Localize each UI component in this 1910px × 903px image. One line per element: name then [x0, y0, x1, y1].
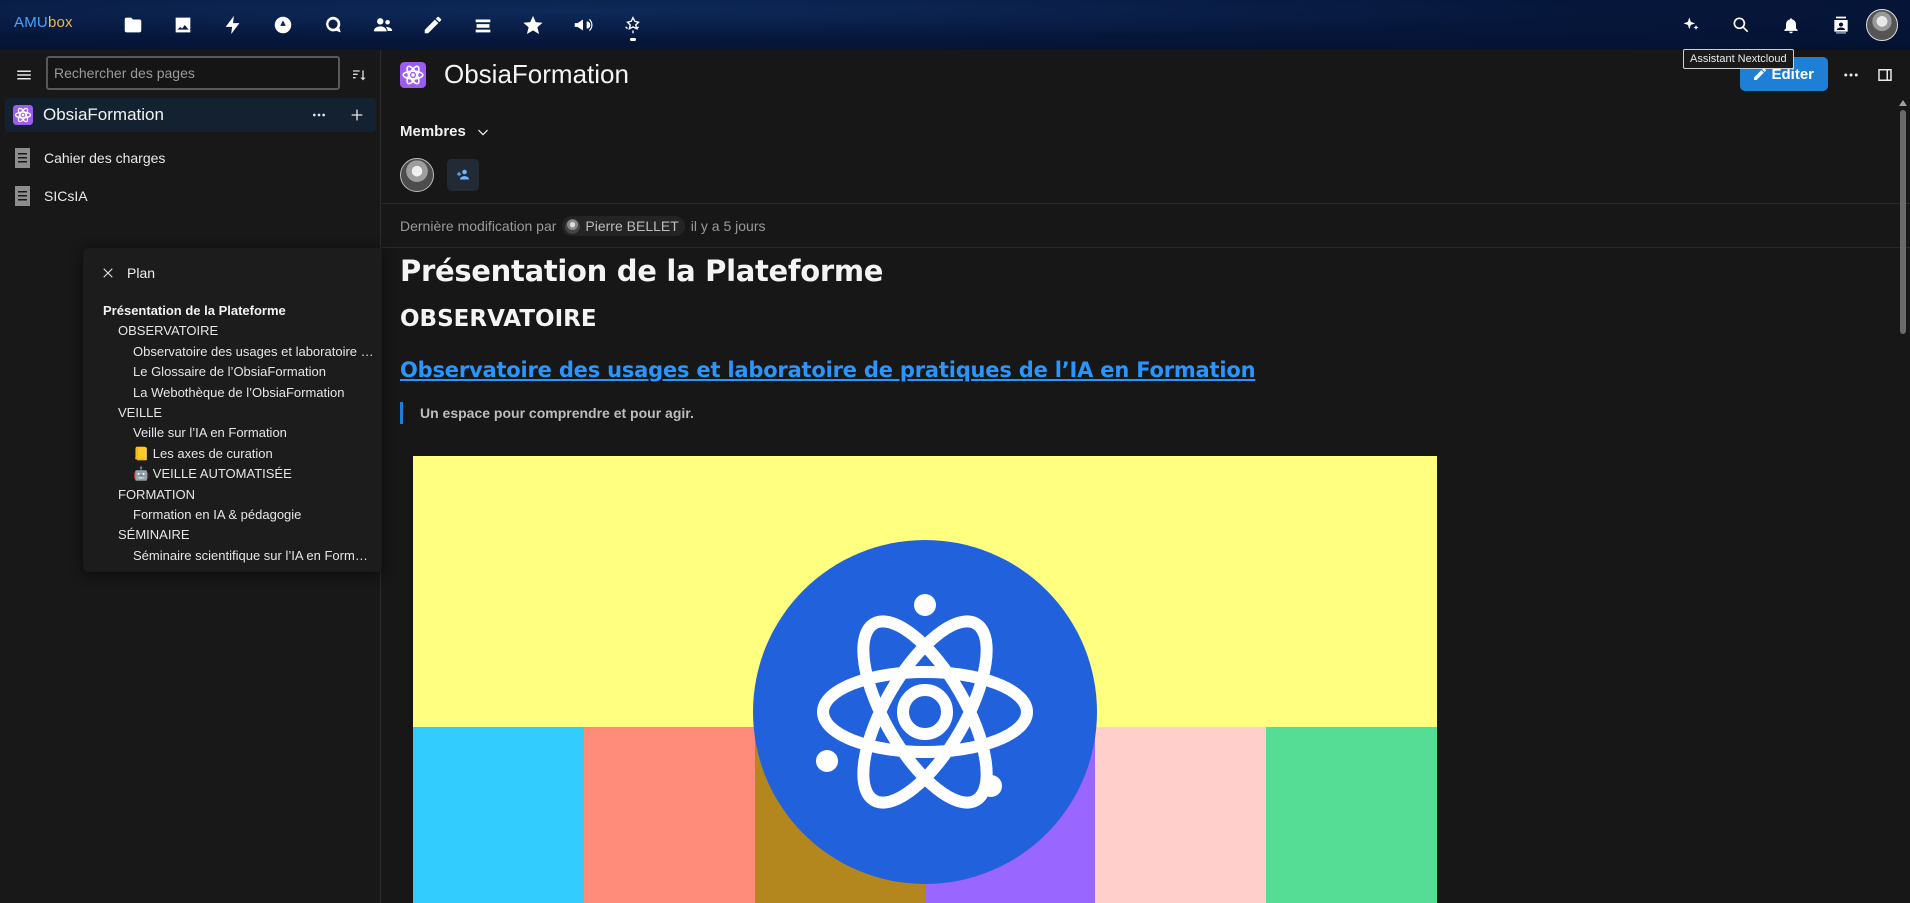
top-bar: AMUbox [0, 0, 1910, 50]
page-title: ObsiaFormation [444, 59, 629, 89]
photos-app-icon[interactable] [158, 0, 208, 50]
files-app-icon[interactable] [108, 0, 158, 50]
page-item-sicsia[interactable]: SICsIA [14, 182, 374, 210]
sort-icon[interactable] [348, 64, 370, 86]
page-content: ObsiaFormation Éditer Membres Dernière m… [382, 50, 1910, 903]
toc-item[interactable]: SÉMINAIRE [103, 525, 375, 545]
collectives-app-icon[interactable] [608, 0, 658, 50]
contacts-menu-icon[interactable] [1816, 0, 1866, 50]
toc-item[interactable]: 🤖 VEILLE AUTOMATISÉE [103, 464, 375, 484]
user-chip[interactable]: Pierre BELLET [562, 216, 685, 236]
scrollbar[interactable] [1898, 100, 1908, 903]
members-toggle[interactable]: Membres [400, 123, 490, 140]
sidebar-panel-icon[interactable] [1872, 62, 1898, 88]
hero-image [413, 456, 1437, 903]
divider [382, 203, 1910, 204]
amubox-logo[interactable]: AMUbox [14, 14, 73, 31]
atom-icon[interactable] [400, 62, 426, 88]
member-avatar[interactable] [400, 158, 434, 192]
toc-list: Présentation de la Plateforme OBSERVATOI… [103, 301, 375, 566]
scroll-up-arrow[interactable] [1899, 100, 1907, 106]
heading-link[interactable]: Observatoire des usages et laboratoire d… [400, 358, 1256, 382]
last-modified-info: Dernière modification par Pierre BELLET … [400, 216, 765, 236]
user-avatar[interactable] [1866, 9, 1898, 41]
page-item-cahier-des-charges[interactable]: Cahier des charges [14, 144, 374, 172]
page-title-bar: ObsiaFormation Éditer [382, 50, 1910, 100]
deck-app-icon[interactable] [458, 0, 508, 50]
header-right-icons [1666, 0, 1910, 50]
assistant-tooltip: Assistant Nextcloud [1683, 49, 1794, 69]
sidebar-header [0, 50, 381, 100]
notifications-icon[interactable] [1766, 0, 1816, 50]
app-menu [108, 0, 658, 50]
menu-toggle-icon[interactable] [12, 64, 36, 86]
page-icon [15, 148, 30, 168]
table-of-contents: Plan Présentation de la Plateforme OBSER… [83, 248, 382, 572]
heading-2: OBSERVATOIRE [400, 306, 597, 332]
add-members-icon [457, 169, 469, 180]
add-member-button[interactable] [447, 159, 479, 191]
toc-item[interactable]: Observatoire des usages et laboratoire d… [103, 342, 375, 362]
toc-item[interactable]: La Webothèque de l’ObsiaFormation [103, 383, 375, 403]
blockquote: Un espace pour comprendre et pour agir. [400, 402, 694, 424]
toc-item[interactable]: Veille sur l’IA en Formation [103, 423, 375, 443]
toc-item[interactable]: Séminaire scientifique sur l’IA en Forma… [103, 546, 375, 566]
toc-item[interactable]: OBSERVATOIRE [103, 321, 375, 341]
assistant-icon[interactable] [1666, 0, 1716, 50]
logo-main-text: AMU [14, 14, 48, 31]
atom-icon [13, 105, 33, 125]
collective-more-icon[interactable] [308, 104, 330, 126]
last-modified-prefix: Dernière modification par [400, 218, 557, 234]
logo-accent-text: box [47, 14, 73, 31]
more-actions-icon[interactable] [1838, 62, 1864, 88]
activity-app-icon[interactable] [208, 0, 258, 50]
collective-item[interactable]: ObsiaFormation [5, 98, 376, 132]
star-app-icon[interactable] [508, 0, 558, 50]
contacts-app-icon[interactable] [358, 0, 408, 50]
page-icon [15, 186, 30, 206]
toc-item[interactable]: VEILLE [103, 403, 375, 423]
last-modified-when: il y a 5 jours [690, 218, 766, 234]
user-chip-name: Pierre BELLET [585, 218, 679, 234]
collective-name: ObsiaFormation [43, 105, 164, 124]
dashboard-app-icon[interactable] [258, 0, 308, 50]
page-label: SICsIA [44, 188, 88, 204]
toc-title: Plan [127, 265, 156, 281]
toc-item[interactable]: Le Glossaire de l’ObsiaFormation [103, 362, 375, 382]
announcements-app-icon[interactable] [558, 0, 608, 50]
talk-app-icon[interactable] [308, 0, 358, 50]
scroll-thumb[interactable] [1900, 110, 1906, 334]
notes-app-icon[interactable] [408, 0, 458, 50]
user-chip-avatar [565, 218, 581, 234]
close-icon[interactable] [101, 266, 115, 280]
atom-logo-image [413, 456, 1437, 903]
heading-1: Présentation de la Plateforme [400, 254, 884, 288]
toc-item[interactable]: 📒 Les axes de curation [103, 444, 375, 464]
toc-item[interactable]: FORMATION [103, 485, 375, 505]
toc-item[interactable]: Formation en IA & pédagogie [103, 505, 375, 525]
members-label: Membres [400, 123, 466, 140]
page-label: Cahier des charges [44, 150, 166, 166]
page-search-input[interactable] [46, 56, 340, 90]
divider [382, 247, 1910, 248]
chevron-down-icon [477, 129, 488, 135]
toc-item[interactable]: Présentation de la Plateforme [103, 301, 375, 321]
add-page-icon[interactable] [346, 104, 368, 126]
search-icon[interactable] [1716, 0, 1766, 50]
